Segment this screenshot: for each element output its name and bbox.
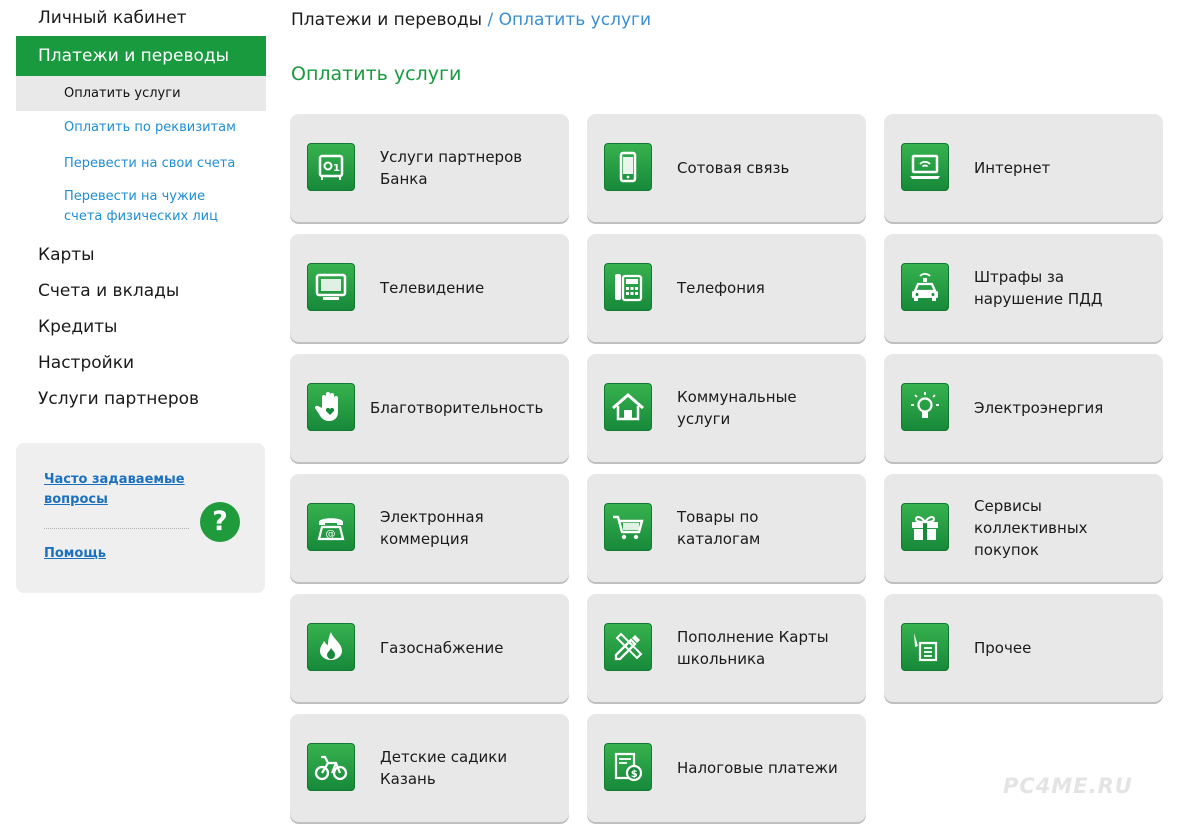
tile-label: Налоговые платежи bbox=[677, 759, 838, 777]
safe-icon: 1 bbox=[307, 143, 355, 191]
lightbulb-icon bbox=[901, 383, 949, 431]
faq-line1: Часто задаваемые bbox=[44, 472, 185, 487]
tile-label: Детские садики Казань bbox=[380, 748, 508, 788]
sidebar-subitem-pay-services[interactable]: Оплатить услуги bbox=[16, 76, 266, 111]
tile-label: Интернет bbox=[974, 159, 1051, 177]
laptop-wifi-icon bbox=[901, 143, 949, 191]
question-mark-icon[interactable]: ? bbox=[200, 502, 240, 542]
tile-traffic-fines[interactable]: Штрафы за нарушение ПДД bbox=[884, 234, 1163, 342]
sidebar-item-payments[interactable]: Платежи и переводы bbox=[16, 36, 266, 76]
bicycle-icon bbox=[307, 743, 355, 791]
help-link[interactable]: Помощь bbox=[44, 544, 106, 564]
breadcrumb-separator: / bbox=[487, 10, 494, 30]
help-divider bbox=[44, 528, 189, 529]
page-title: Оплатить услуги bbox=[291, 63, 462, 85]
tile-label: Телефония bbox=[677, 279, 765, 297]
svg-text:1: 1 bbox=[333, 163, 340, 174]
tile-internet[interactable]: Интернет bbox=[884, 114, 1163, 222]
tile-charity[interactable]: Благотворительность bbox=[290, 354, 569, 462]
house-icon bbox=[604, 383, 652, 431]
sidebar-item-accounts[interactable]: Счета и вклады bbox=[16, 273, 266, 309]
watermark: PC4ME.RU bbox=[1003, 774, 1133, 798]
svg-text:$: $ bbox=[631, 769, 638, 780]
tile-electricity[interactable]: Электроэнергия bbox=[884, 354, 1163, 462]
email-phone-icon: @ bbox=[307, 503, 355, 551]
transfer-others-line1: Перевести на чужие bbox=[64, 189, 206, 204]
tv-icon bbox=[307, 263, 355, 311]
tile-other[interactable]: Прочее bbox=[884, 594, 1163, 702]
breadcrumb-current: Оплатить услуги bbox=[498, 10, 651, 30]
tile-group-buying[interactable]: Сервисы коллективных покупок bbox=[884, 474, 1163, 582]
help-box: Часто задаваемые вопросы Помощь ? bbox=[16, 443, 265, 593]
sidebar-item-settings[interactable]: Настройки bbox=[16, 345, 266, 381]
hand-heart-icon bbox=[307, 383, 355, 431]
tile-mobile[interactable]: Сотовая связь bbox=[587, 114, 866, 222]
svg-text:@: @ bbox=[326, 529, 336, 540]
sidebar-subitem-transfer-others[interactable]: Перевести на чужие счета физических лиц bbox=[16, 183, 266, 237]
desk-phone-icon bbox=[604, 263, 652, 311]
sidebar-nav: Личный кабинет Платежи и переводы Оплати… bbox=[16, 0, 266, 417]
faq-line2: вопросы bbox=[44, 492, 108, 507]
tile-label: Услуги партнеров Банка bbox=[380, 148, 523, 188]
tile-kindergartens[interactable]: Детские садики Казань bbox=[290, 714, 569, 822]
tile-tv[interactable]: Телевидение bbox=[290, 234, 569, 342]
breadcrumb: Платежи и переводы / Оплатить услуги bbox=[291, 8, 651, 32]
tile-e-commerce[interactable]: @ Электронная коммерция bbox=[290, 474, 569, 582]
sidebar-item-partner-services[interactable]: Услуги партнеров bbox=[16, 381, 266, 417]
tile-gas-supply[interactable]: Газоснабжение bbox=[290, 594, 569, 702]
transfer-others-line2: счета физических лиц bbox=[64, 209, 218, 224]
tile-label: Сотовая связь bbox=[677, 159, 790, 177]
tile-label: Электронная коммерция bbox=[380, 508, 484, 548]
tile-catalog-goods[interactable]: Товары по каталогам bbox=[587, 474, 866, 582]
tile-label: Телевидение bbox=[380, 279, 485, 297]
sidebar-subitem-transfer-own[interactable]: Перевести на свои счета bbox=[16, 147, 266, 183]
tile-utilities[interactable]: Коммунальные услуги bbox=[587, 354, 866, 462]
tile-label: Пополнение Карты школьника bbox=[677, 628, 829, 668]
tile-partner-services[interactable]: 1 Услуги партнеров Банка bbox=[290, 114, 569, 222]
pen-document-icon bbox=[901, 623, 949, 671]
sidebar-subitem-pay-by-details[interactable]: Оплатить по реквизитам bbox=[16, 111, 266, 147]
tile-label: Коммунальные услуги bbox=[677, 388, 797, 428]
breadcrumb-root[interactable]: Платежи и переводы bbox=[291, 10, 482, 30]
tile-tax-payments[interactable]: $ Налоговые платежи bbox=[587, 714, 866, 822]
tile-school-card[interactable]: Пополнение Карты школьника bbox=[587, 594, 866, 702]
tax-document-icon: $ bbox=[604, 743, 652, 791]
sidebar-item-cards[interactable]: Карты bbox=[16, 237, 266, 273]
tile-label: Благотворительность bbox=[370, 399, 544, 417]
tile-label: Штрафы за нарушение ПДД bbox=[974, 268, 1103, 308]
sidebar-item-personal-cabinet[interactable]: Личный кабинет bbox=[16, 0, 266, 36]
mobile-phone-icon bbox=[604, 143, 652, 191]
faq-link[interactable]: Часто задаваемые вопросы bbox=[44, 470, 194, 510]
flame-icon bbox=[307, 623, 355, 671]
tile-label: Товары по каталогам bbox=[677, 508, 761, 548]
tile-telephony[interactable]: Телефония bbox=[587, 234, 866, 342]
sidebar-item-credits[interactable]: Кредиты bbox=[16, 309, 266, 345]
shopping-cart-icon bbox=[604, 503, 652, 551]
tile-label: Электроэнергия bbox=[974, 399, 1104, 417]
tile-label: Прочее bbox=[974, 639, 1032, 657]
pencil-ruler-icon bbox=[604, 623, 652, 671]
tile-label: Сервисы коллективных покупок bbox=[974, 497, 1088, 559]
gift-icon bbox=[901, 503, 949, 551]
police-car-icon bbox=[901, 263, 949, 311]
tile-label: Газоснабжение bbox=[380, 639, 504, 657]
